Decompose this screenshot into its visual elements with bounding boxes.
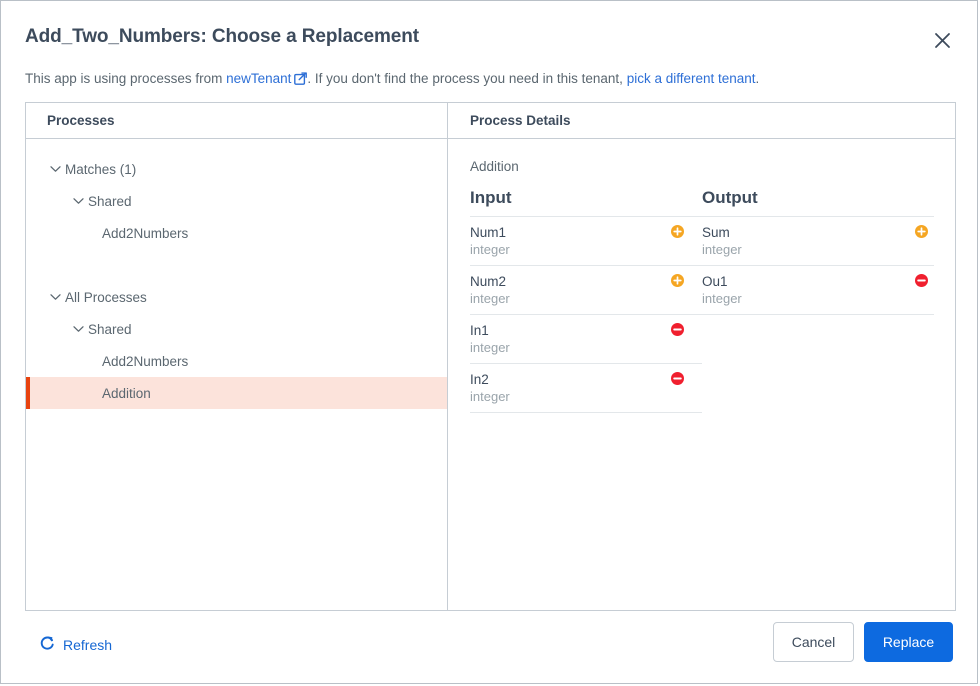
tree-node-all-shared[interactable]: Shared bbox=[26, 313, 447, 345]
refresh-label: Refresh bbox=[63, 637, 112, 653]
tree-node-addition[interactable]: Addition bbox=[26, 377, 447, 409]
tree-node-label: Add2Numbers bbox=[102, 354, 188, 369]
input-name: In2 bbox=[470, 371, 702, 388]
external-link-icon[interactable] bbox=[294, 72, 307, 88]
processes-panel: Processes Matches (1) Shared Add2Numbers bbox=[26, 103, 448, 610]
replace-button[interactable]: Replace bbox=[864, 622, 953, 662]
tree-node-label: Matches (1) bbox=[65, 162, 136, 177]
input-name: Num2 bbox=[470, 273, 702, 290]
processes-panel-header: Processes bbox=[26, 103, 447, 139]
tree-node-label: Shared bbox=[88, 322, 132, 337]
input-type: integer bbox=[470, 290, 702, 308]
process-details-panel: Process Details Addition Input Num1 inte… bbox=[448, 103, 955, 610]
tree-node-all-processes[interactable]: All Processes bbox=[26, 281, 447, 313]
notice-text-part3: . bbox=[756, 71, 760, 86]
details-panel-header: Process Details bbox=[448, 103, 955, 139]
tree-node-label: Addition bbox=[102, 386, 151, 401]
refresh-button[interactable]: Refresh bbox=[39, 635, 112, 654]
minus-badge-icon[interactable] bbox=[671, 372, 684, 385]
dialog-actions: Cancel Replace bbox=[773, 622, 953, 662]
output-name: Sum bbox=[702, 224, 934, 241]
chevron-down-icon[interactable] bbox=[50, 293, 64, 301]
close-glyph bbox=[934, 32, 951, 49]
input-column: Input Num1 integer Num2 integer bbox=[470, 188, 702, 413]
input-type: integer bbox=[470, 339, 702, 357]
input-type: integer bbox=[470, 241, 702, 259]
output-column-title: Output bbox=[702, 188, 934, 216]
tree-spacer bbox=[26, 249, 447, 281]
details-body: Addition Input Num1 integer Num2 bbox=[448, 139, 955, 413]
input-row: Num2 integer bbox=[470, 265, 702, 314]
content-panels: Processes Matches (1) Shared Add2Numbers bbox=[25, 102, 956, 611]
plus-badge-icon[interactable] bbox=[915, 225, 928, 238]
close-icon[interactable] bbox=[927, 25, 957, 55]
tree-node-matches-shared[interactable]: Shared bbox=[26, 185, 447, 217]
pick-tenant-link[interactable]: pick a different tenant bbox=[627, 71, 756, 86]
tree-node-add2numbers-all[interactable]: Add2Numbers bbox=[26, 345, 447, 377]
output-column: Output Sum integer Ou1 integer bbox=[702, 188, 934, 413]
tree-node-label: All Processes bbox=[65, 290, 147, 305]
selected-process-name: Addition bbox=[448, 159, 955, 174]
tree-node-label: Shared bbox=[88, 194, 132, 209]
output-type: integer bbox=[702, 290, 934, 308]
notice-text-part2: . If you don't find the process you need… bbox=[307, 71, 626, 86]
refresh-icon bbox=[39, 635, 55, 654]
chevron-down-icon[interactable] bbox=[50, 165, 64, 173]
minus-badge-icon[interactable] bbox=[671, 323, 684, 336]
output-row: Sum integer bbox=[702, 216, 934, 265]
minus-badge-icon[interactable] bbox=[915, 274, 928, 287]
input-type: integer bbox=[470, 388, 702, 406]
process-tree: Matches (1) Shared Add2Numbers Al bbox=[26, 139, 447, 409]
plus-badge-icon[interactable] bbox=[671, 274, 684, 287]
input-row: Num1 integer bbox=[470, 216, 702, 265]
chevron-down-icon[interactable] bbox=[73, 325, 87, 333]
io-columns: Input Num1 integer Num2 integer bbox=[448, 188, 955, 413]
tree-node-add2numbers-match[interactable]: Add2Numbers bbox=[26, 217, 447, 249]
plus-badge-icon[interactable] bbox=[671, 225, 684, 238]
tree-node-label: Add2Numbers bbox=[102, 226, 188, 241]
input-name: Num1 bbox=[470, 224, 702, 241]
input-row: In1 integer bbox=[470, 314, 702, 363]
input-row: In2 integer bbox=[470, 363, 702, 413]
chevron-down-icon[interactable] bbox=[73, 197, 87, 205]
cancel-button[interactable]: Cancel bbox=[773, 622, 854, 662]
output-row: Ou1 integer bbox=[702, 265, 934, 315]
choose-replacement-dialog: Add_Two_Numbers: Choose a Replacement Th… bbox=[0, 0, 978, 684]
input-column-title: Input bbox=[470, 188, 702, 216]
notice-text-part1: This app is using processes from bbox=[25, 71, 226, 86]
input-name: In1 bbox=[470, 322, 702, 339]
tree-node-matches[interactable]: Matches (1) bbox=[26, 153, 447, 185]
tenant-notice: This app is using processes from newTena… bbox=[25, 71, 759, 88]
output-type: integer bbox=[702, 241, 934, 259]
dialog-title: Add_Two_Numbers: Choose a Replacement bbox=[25, 26, 419, 48]
output-name: Ou1 bbox=[702, 273, 934, 290]
tenant-link[interactable]: newTenant bbox=[226, 71, 291, 86]
